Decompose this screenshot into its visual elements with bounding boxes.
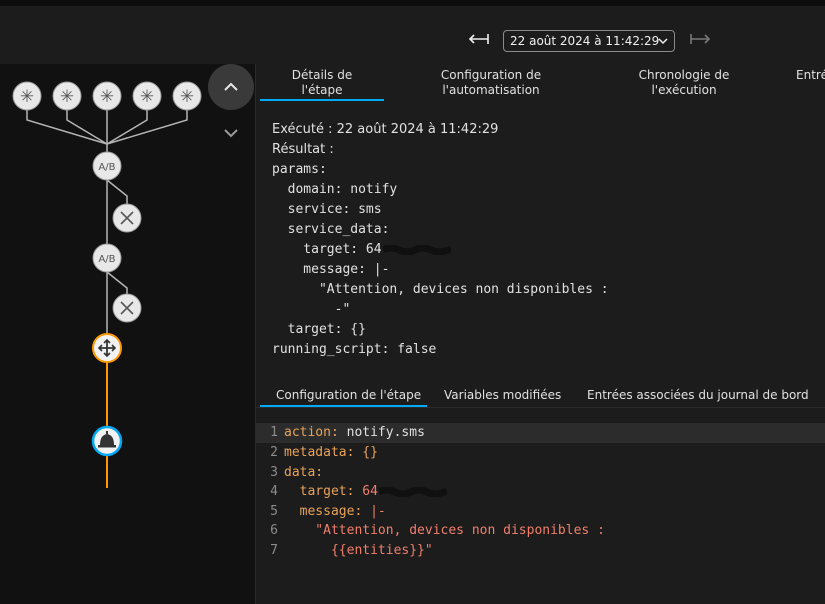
yaml-value: 64 (354, 484, 378, 499)
executed-label: Exécuté : 22 août 2024 à 11:42:29 (272, 122, 499, 137)
yaml-value: {} (354, 445, 378, 460)
tab-label: Détails de l'étape (291, 68, 353, 97)
result-line: "Attention, devices non disponibles : (272, 282, 609, 297)
line-number: 6 (270, 523, 278, 538)
service-node-selected[interactable] (91, 425, 123, 457)
step-subtabs: Configuration de l'étape Variables modif… (256, 384, 825, 408)
trace-details: Exécuté : 22 août 2024 à 11:42:29 Résult… (272, 120, 609, 360)
code-line: 3 data: (256, 463, 825, 483)
result-line: domain: notify (272, 182, 398, 197)
trigger-node-2[interactable]: ✳ (52, 81, 82, 111)
line-number: 1 (270, 425, 278, 440)
tab-label: Entré (796, 68, 825, 82)
redaction-scribble (378, 486, 447, 497)
timestamp-select[interactable]: 22 août 2024 à 11:42:29 (503, 30, 675, 52)
result-line: message: |- (272, 262, 390, 277)
result-line: -" (272, 302, 351, 317)
subtab-logbook-entries[interactable]: Entrées associées du journal de bord (587, 388, 809, 402)
action-node-active[interactable] (92, 333, 122, 363)
step-details-panel: Détails de l'étape Configuration de l'au… (256, 64, 825, 604)
condition-node-2[interactable]: A/B (92, 243, 122, 273)
result-line: service: sms (272, 202, 382, 217)
tab-automation-config[interactable]: Configuration de l'automatisation (426, 68, 556, 98)
line-number: 4 (270, 484, 278, 499)
chevron-down-icon (658, 38, 668, 45)
condition-label: A/B (98, 162, 115, 173)
condition-label: A/B (98, 254, 115, 265)
result-line: target: 64 (272, 240, 609, 260)
trigger-node-5[interactable]: ✳ (172, 81, 202, 111)
arrow-right-bar-icon[interactable] (689, 32, 711, 46)
line-number: 2 (270, 445, 278, 460)
target-value: target: 64 (272, 242, 382, 257)
tab-step-details[interactable]: Détails de l'étape (260, 68, 384, 98)
svg-text:✳: ✳ (140, 87, 154, 107)
code-line: 6 "Attention, devices non disponibles : (256, 521, 825, 541)
yaml-key: action: (284, 425, 339, 440)
tab-related-entries[interactable]: Entré (796, 68, 825, 83)
yaml-key: message: (284, 504, 363, 519)
result-line: params: (272, 162, 327, 177)
line-number: 5 (270, 504, 278, 519)
trace-graph: ✳ ✳ ✳ ✳ ✳ A/B A/B (12, 81, 202, 488)
details-tabs: Détails de l'étape Configuration de l'au… (256, 64, 825, 102)
svg-text:✳: ✳ (60, 87, 74, 107)
svg-text:✳: ✳ (100, 87, 114, 107)
redaction-scribble (382, 244, 451, 255)
timestamp-select-value: 22 août 2024 à 11:42:29 (510, 34, 660, 48)
trigger-connectors (26, 110, 188, 334)
trigger-node-3[interactable]: ✳ (92, 81, 122, 111)
tab-execution-timeline[interactable]: Chronologie de l'exécution (620, 68, 748, 98)
yaml-key: target: (284, 484, 355, 499)
scroll-up-button[interactable] (208, 64, 254, 110)
code-line: 2 metadata: {} (256, 443, 825, 463)
active-subtab-indicator (260, 405, 427, 407)
condition-failed-node-2[interactable] (112, 293, 142, 323)
yaml-key: data: (284, 465, 324, 480)
active-tab-indicator (260, 99, 384, 101)
yaml-value: {{entities}}" (284, 543, 433, 558)
result-line: service_data: (272, 222, 390, 237)
subtab-step-config[interactable]: Configuration de l'étape (276, 388, 421, 402)
trigger-node-4[interactable]: ✳ (132, 81, 162, 111)
condition-failed-node-1[interactable] (112, 203, 142, 233)
yaml-value: "Attention, devices non disponibles : (284, 523, 605, 538)
tab-label: Chronologie de l'exécution (638, 68, 730, 97)
chevron-down-icon[interactable] (218, 120, 244, 146)
yaml-value: |- (362, 504, 386, 519)
arrow-left-bar-icon[interactable] (468, 32, 490, 46)
tab-label: Configuration de l'automatisation (440, 68, 542, 97)
svg-text:✳: ✳ (20, 87, 34, 107)
yaml-value: notify.sms (338, 425, 425, 440)
line-number: 7 (270, 543, 278, 558)
code-line: 5 message: |- (256, 502, 825, 522)
svg-text:✳: ✳ (180, 87, 194, 107)
condition-node-1[interactable]: A/B (92, 151, 122, 181)
result-label: Résultat : (272, 142, 334, 157)
trace-graph-panel: ✳ ✳ ✳ ✳ ✳ A/B A/B (0, 64, 256, 604)
result-line: running_script: false (272, 342, 437, 357)
subtab-changed-variables[interactable]: Variables modifiées (444, 388, 561, 402)
yaml-key: metadata: (284, 445, 355, 460)
line-number: 3 (270, 465, 278, 480)
code-line: 1 action: notify.sms (256, 423, 825, 443)
top-bar: 22 août 2024 à 11:42:29 (0, 0, 825, 64)
chevron-up-icon (224, 82, 238, 91)
trigger-node-1[interactable]: ✳ (12, 81, 42, 111)
yaml-code-editor[interactable]: 1 action: notify.sms 2 metadata: {} 3 data:… (256, 420, 825, 576)
code-line: 4 target: 64 (256, 482, 825, 502)
result-line: target: {} (272, 322, 366, 337)
code-line: 7 {{entities}}" (256, 541, 825, 561)
